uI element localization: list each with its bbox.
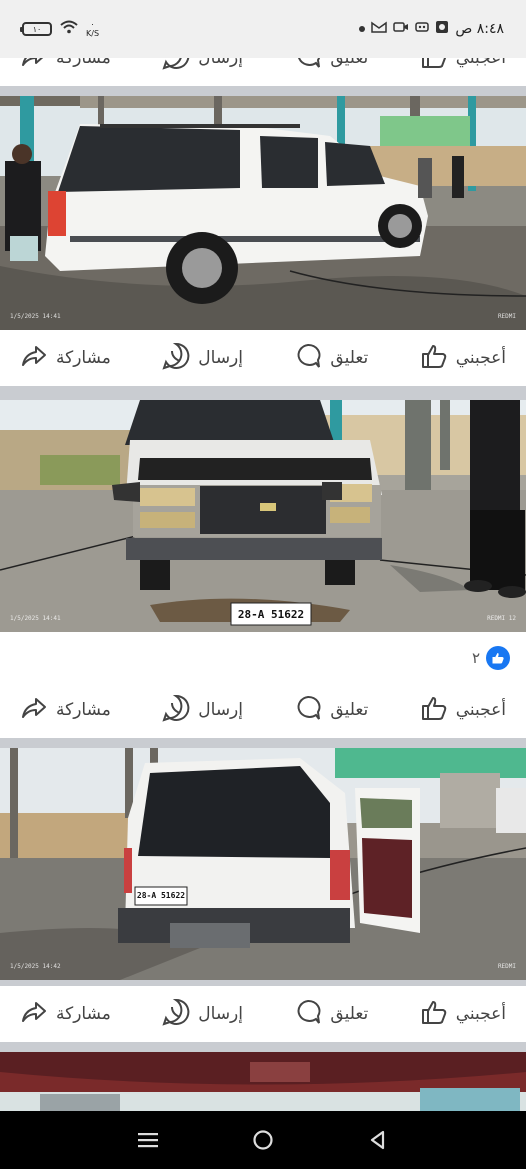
comment-button[interactable]: تعليق: [294, 998, 368, 1031]
photo-timestamp: 1/5/2025 14:42: [10, 963, 61, 970]
send-label: إرسال: [198, 58, 243, 68]
comment-label: تعليق: [330, 700, 369, 720]
send-label: إرسال: [198, 1004, 243, 1024]
home-button[interactable]: [248, 1125, 278, 1155]
like-label: أعجبني: [455, 58, 506, 68]
home-circle-icon: [253, 1130, 273, 1150]
send-button[interactable]: إرسال: [162, 998, 243, 1031]
photo-brand-watermark: REDMI: [497, 963, 516, 970]
share-arrow-icon: [20, 998, 48, 1031]
share-button[interactable]: مشاركة: [20, 998, 111, 1031]
share-arrow-icon: [20, 694, 48, 727]
share-arrow-icon: [20, 58, 48, 75]
post-action-bar: مشاركة إرسال تعليق أعجبني: [0, 682, 526, 738]
reaction-count: ٢: [471, 649, 480, 667]
post-divider: [0, 738, 526, 746]
photo-timestamp: 1/5/2025 14:41: [10, 313, 61, 320]
comment-bubble-icon: [294, 58, 322, 75]
notification-game-icon: [415, 20, 430, 38]
send-label: إرسال: [198, 348, 243, 368]
photo-timestamp: 1/5/2025 14:41: [10, 615, 61, 622]
post-action-bar: مشاركة إرسال تعليق أعجبني: [0, 330, 526, 386]
like-label: أعجبني: [455, 1004, 506, 1024]
post-photo[interactable]: [0, 1052, 526, 1111]
menu-lines-icon: [137, 1133, 158, 1148]
like-reaction-icon: [486, 646, 510, 670]
reactions-summary[interactable]: ٢: [0, 632, 526, 688]
like-button[interactable]: أعجبني: [420, 998, 506, 1031]
whatsapp-icon: [162, 58, 190, 75]
post-divider: [0, 88, 526, 96]
send-button[interactable]: إرسال: [162, 58, 243, 75]
system-navigation-bar: [0, 1111, 526, 1169]
back-button[interactable]: [363, 1125, 393, 1155]
like-label: أعجبني: [455, 348, 506, 368]
share-label: مشاركة: [56, 58, 111, 68]
comment-bubble-icon: [294, 342, 322, 375]
clock: ٨:٤٨ ص: [455, 21, 504, 37]
comment-label: تعليق: [330, 1004, 369, 1024]
battery-level: ١٠: [32, 24, 42, 34]
post-action-bar: مشاركة إرسال تعليق أعجبني: [0, 986, 526, 1042]
photo-brand-watermark: REDMI 12: [487, 615, 516, 622]
status-bar: ١٠ ٠ K/S ٨:٤٨ ص: [0, 0, 526, 58]
comment-button[interactable]: تعليق: [294, 342, 368, 375]
thumbs-up-icon: [420, 998, 448, 1031]
send-label: إرسال: [198, 700, 243, 720]
battery-icon: ١٠: [20, 22, 52, 36]
whatsapp-icon: [162, 342, 190, 375]
comment-bubble-icon: [294, 998, 322, 1031]
network-speed: ٠ K/S: [86, 20, 99, 38]
notification-gmail-icon: [371, 20, 388, 38]
share-button[interactable]: مشاركة: [20, 58, 111, 75]
network-speed-unit: K/S: [86, 29, 100, 38]
like-button[interactable]: أعجبني: [420, 342, 506, 375]
share-button[interactable]: مشاركة: [20, 342, 111, 375]
share-button[interactable]: مشاركة: [20, 694, 111, 727]
comment-bubble-icon: [294, 694, 322, 727]
recent-apps-button[interactable]: [133, 1125, 163, 1155]
status-right-group: ٨:٤٨ ص: [359, 20, 504, 38]
like-button[interactable]: أعجبني: [420, 694, 506, 727]
share-label: مشاركة: [56, 700, 111, 720]
comment-button[interactable]: تعليق: [294, 58, 368, 75]
wifi-icon: [60, 20, 78, 38]
comment-label: تعليق: [330, 348, 369, 368]
thumbs-up-icon: [420, 342, 448, 375]
thumbs-up-icon: [420, 694, 448, 727]
license-plate: 28-A 51622: [136, 891, 186, 900]
notification-app-icon: [435, 20, 449, 38]
comment-label: تعليق: [330, 58, 369, 68]
news-feed[interactable]: مشاركة إرسال تعليق أعجبني 1/5/2025 14:41…: [0, 58, 526, 1111]
post-action-bar: مشاركة إرسال تعليق أعجبني: [0, 58, 526, 86]
reaction-count-group: ٢: [472, 646, 510, 670]
post-photo[interactable]: 28-A 51622 1/5/2025 14:42 REDMI: [0, 748, 526, 980]
share-label: مشاركة: [56, 1004, 111, 1024]
thumbs-up-icon: [420, 58, 448, 75]
post-photo[interactable]: 28-A 51622 1/5/2025 14:41 REDMI 12: [0, 400, 526, 632]
send-button[interactable]: إرسال: [162, 694, 243, 727]
like-label: أعجبني: [455, 700, 506, 720]
send-button[interactable]: إرسال: [162, 342, 243, 375]
back-triangle-icon: [371, 1130, 385, 1150]
status-left-group: ١٠ ٠ K/S: [20, 20, 99, 38]
notification-dot-icon: [359, 26, 366, 32]
comment-button[interactable]: تعليق: [294, 694, 368, 727]
whatsapp-icon: [162, 998, 190, 1031]
network-speed-value: ٠: [90, 20, 95, 29]
like-button[interactable]: أعجبني: [420, 58, 506, 75]
share-arrow-icon: [20, 342, 48, 375]
license-plate: 28-A 51622: [237, 608, 305, 621]
notification-video-icon: [393, 20, 409, 38]
whatsapp-icon: [162, 694, 190, 727]
post-photo[interactable]: 1/5/2025 14:41 REDMI: [0, 96, 526, 330]
photo-brand-watermark: REDMI: [497, 313, 516, 320]
post-divider: [0, 1042, 526, 1050]
post-divider: [0, 386, 526, 394]
share-label: مشاركة: [56, 348, 111, 368]
